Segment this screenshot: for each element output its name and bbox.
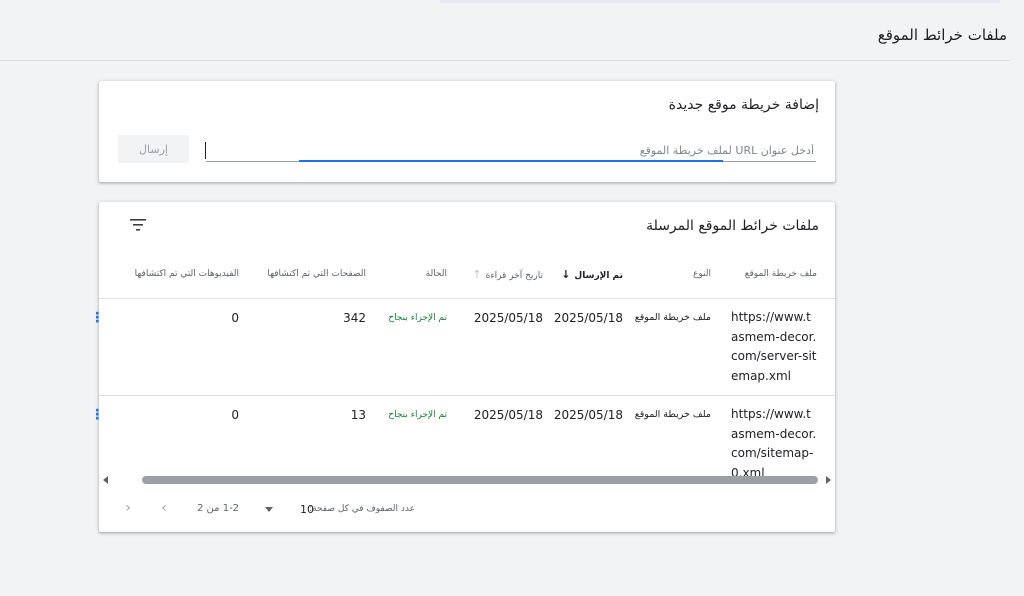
sitemap-url-input[interactable] [208,139,816,161]
input-focus-underline [299,160,723,162]
dropdown-arrow-icon [265,507,273,512]
more-vert-icon[interactable]: · · · [95,404,100,426]
col-header-submitted[interactable]: تم الإرسال↓ [561,268,623,281]
pages-cell: 342 [343,311,366,325]
header-divider [0,60,1010,61]
rows-per-page-select[interactable]: 10 [259,502,329,518]
filter-icon[interactable] [129,218,147,232]
row-divider [99,395,835,396]
previous-page-icon[interactable]: › [156,500,172,516]
page-title: ملفات خرائط الموقع [877,26,1007,44]
scrollbar-thumb[interactable] [142,476,818,484]
type-cell: ملف خريطة الموقع [634,312,711,323]
arrow-up-icon: ↑ [472,268,482,281]
submitted-cell: 2025/05/18 [553,311,623,325]
submitted-sitemaps-card: ملفات خرائط الموقع المرسلة ملف خريطة الم… [95,202,835,532]
videos-cell: 0 [231,408,239,422]
col-header-sitemap[interactable]: ملف خريطة الموقع [745,269,817,279]
status-cell: تم الإجراء بنجاح [388,410,447,420]
videos-cell: 0 [231,311,239,325]
add-sitemap-title: إضافة خريطة موقع جديدة [668,97,819,113]
submit-button[interactable]: إرسال [118,135,189,163]
status-cell: تم الإجراء بنجاح [388,313,447,323]
col-header-pages[interactable]: الصفحات التي تم اكتشافها [267,269,366,279]
row-divider [99,298,835,299]
sitemap-url-cell[interactable]: https://www.tasmem-decor.com/server-site… [731,308,817,386]
submitted-sitemaps-title: ملفات خرائط الموقع المرسلة [646,218,819,234]
scroll-right-icon[interactable] [826,476,831,484]
type-cell: ملف خريطة الموقع [634,409,711,420]
top-strip [440,0,1000,3]
add-sitemap-card: إضافة خريطة موقع جديدة إرسال [99,81,835,182]
arrow-down-icon: ↓ [561,268,571,281]
col-header-videos[interactable]: الفيديوهات التي تم اكتشافها [135,269,239,279]
next-page-icon[interactable]: ‹ [120,500,136,516]
scroll-left-icon[interactable] [103,476,108,484]
col-header-last-read-label: تاريخ آخر قراءة [485,271,543,281]
col-header-type[interactable]: النوع [693,269,711,279]
col-header-status[interactable]: الحالة [426,269,447,279]
more-vert-icon[interactable]: · · · [95,307,100,329]
sitemap-url-cell[interactable]: https://www.tasmem-decor.com/sitemap-0.x… [731,405,817,483]
last-read-cell: 2025/05/18 [473,311,543,325]
pages-cell: 13 [350,408,366,422]
pagination-range: 1-2 من 2 [197,503,240,514]
last-read-cell: 2025/05/18 [473,408,543,422]
rows-per-page-value: 10 [300,503,314,516]
horizontal-scrollbar[interactable] [99,474,835,486]
col-header-last-read[interactable]: تاريخ آخر قراءة↑ [472,268,543,281]
submitted-cell: 2025/05/18 [553,408,623,422]
text-caret [205,142,206,159]
sitemap-url-field[interactable] [206,139,816,162]
col-header-submitted-label: تم الإرسال [574,271,623,281]
